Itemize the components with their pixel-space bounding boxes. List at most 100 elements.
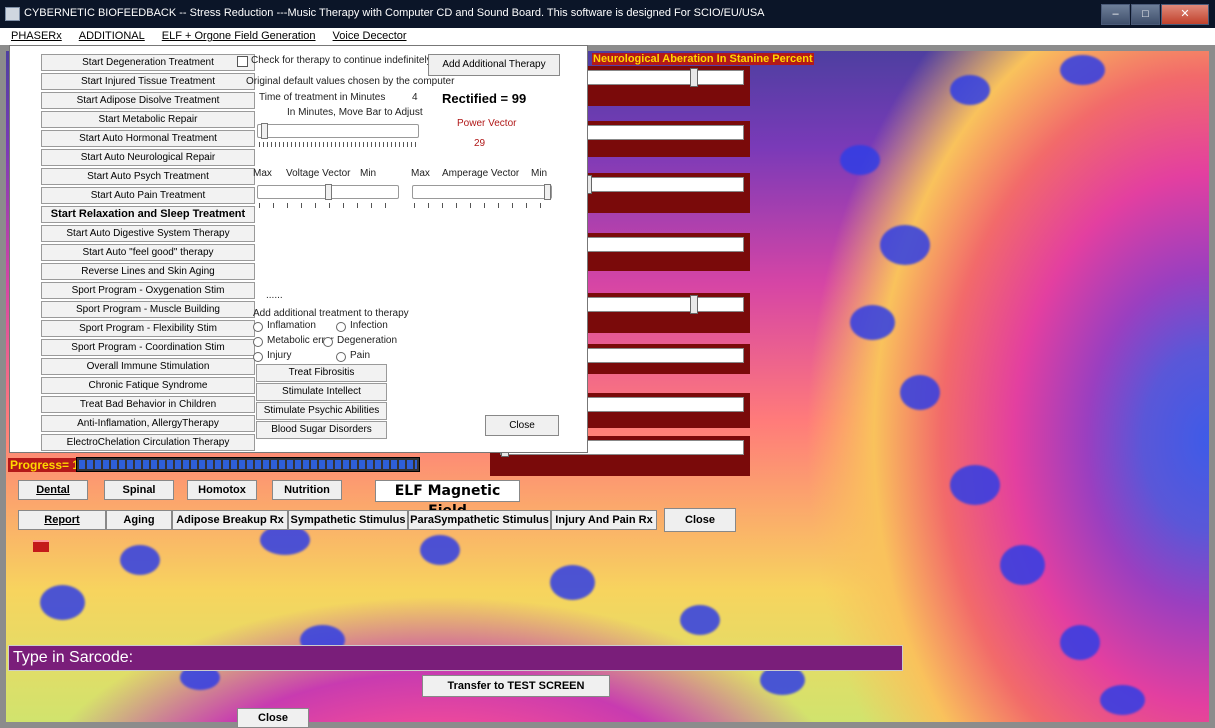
sympathetic-stimulus-button[interactable]: Sympathetic Stimulus — [288, 510, 408, 530]
treatment-button[interactable]: Start Auto Digestive System Therapy — [41, 225, 255, 242]
amperage-min-label: Min — [531, 168, 548, 179]
treatment-button[interactable]: Reverse Lines and Skin Aging — [41, 263, 255, 280]
radio-inflamation[interactable] — [253, 322, 263, 332]
amperage-ticks — [414, 203, 550, 208]
menu-additional[interactable]: ADDITIONAL — [68, 28, 151, 45]
sarcode-input[interactable]: Type in Sarcode: — [8, 645, 903, 671]
radio-injury-label: Injury — [267, 350, 292, 361]
close-button-row[interactable]: Close — [664, 508, 736, 532]
radio-degeneration[interactable] — [323, 337, 333, 347]
aging-button[interactable]: Aging — [106, 510, 172, 530]
treatment-button[interactable]: Start Auto "feel good" therapy — [41, 244, 255, 261]
report-label: Report — [44, 514, 80, 526]
treatment-button[interactable]: Start Injured Tissue Treatment — [41, 73, 255, 90]
adipose-breakup-button[interactable]: Adipose Breakup Rx — [172, 510, 288, 530]
menu-elf-orgone[interactable]: ELF + Orgone Field Generation — [151, 28, 322, 45]
spinal-button[interactable]: Spinal — [104, 480, 174, 500]
original-default-label: Original default values chosen by the co… — [246, 76, 455, 87]
radio-degeneration-label: Degeneration — [337, 335, 398, 346]
injury-pain-button[interactable]: Injury And Pain Rx — [551, 510, 657, 530]
close-window-icon[interactable]: ✕ — [1161, 4, 1209, 25]
voltage-slider[interactable] — [257, 184, 399, 200]
treatment-button[interactable]: Start Auto Hormonal Treatment — [41, 130, 255, 147]
radio-infection[interactable] — [336, 322, 346, 332]
close-bottom-button[interactable]: Close — [237, 708, 309, 728]
amperage-max-label: Max — [411, 168, 430, 179]
menu-bar: PHASERx ADDITIONAL ELF + Orgone Field Ge… — [0, 28, 1215, 45]
continue-indefinitely-label: Check for therapy to continue indefinite… — [251, 55, 432, 66]
treatment-button[interactable]: Start Adipose Disolve Treatment — [41, 92, 255, 109]
menu-voice-decector[interactable]: Voice Decector — [322, 28, 413, 45]
dental-label: Dental — [36, 484, 70, 496]
elf-magnetic-field-button[interactable]: ELF Magnetic Field — [375, 480, 520, 519]
blood-sugar-button[interactable]: Blood Sugar Disorders — [256, 421, 387, 439]
treatment-button[interactable]: Start Relaxation and Sleep Treatment — [41, 206, 255, 223]
voltage-slider-thumb[interactable] — [325, 184, 332, 200]
treatment-button[interactable]: ElectroChelation Circulation Therapy — [41, 434, 255, 451]
add-additional-therapy-button[interactable]: Add Additional Therapy — [428, 54, 560, 76]
stimulate-psychic-button[interactable]: Stimulate Psychic Abilities — [256, 402, 387, 420]
parasympathetic-stimulus-button[interactable]: ParaSympathetic Stimulus — [408, 510, 551, 530]
amperage-slider[interactable] — [412, 184, 552, 200]
add-treatment-label: Add additional treatment to therapy — [253, 308, 409, 319]
neuro-aberation-title: Neurological Aberation In Stanine Percen… — [592, 53, 814, 65]
treatment-button[interactable]: Treat Bad Behavior in Children — [41, 396, 255, 413]
progress-fill — [79, 460, 417, 469]
window-controls: – □ ✕ — [1100, 4, 1209, 25]
report-button[interactable]: Report — [18, 510, 106, 530]
time-value: 4 — [412, 92, 418, 103]
voltage-min-label: Min — [360, 168, 377, 179]
time-slider[interactable] — [257, 123, 419, 139]
treatment-button[interactable]: Chronic Fatique Syndrome — [41, 377, 255, 394]
power-vector-label: Power Vector — [457, 118, 517, 129]
rectified-value: Rectified = 99 — [442, 91, 527, 106]
treatment-button[interactable]: Start Auto Pain Treatment — [41, 187, 255, 204]
voltage-max-label: Max — [253, 168, 272, 179]
radio-infection-label: Infection — [350, 320, 388, 331]
transfer-to-test-screen-button[interactable]: Transfer to TEST SCREEN — [422, 675, 610, 697]
app-icon — [5, 7, 20, 21]
treatment-button[interactable]: Sport Program - Oxygenation Stim — [41, 282, 255, 299]
treatment-button[interactable]: Sport Program - Coordination Stim — [41, 339, 255, 356]
treatment-button[interactable]: Overall Immune Stimulation — [41, 358, 255, 375]
aberation-slider-thumb[interactable] — [690, 295, 698, 314]
therapy-dialog: Start Degeneration Treatment Start Injure… — [9, 45, 588, 453]
radio-pain[interactable] — [336, 352, 346, 362]
treatment-button[interactable]: Start Degeneration Treatment — [41, 54, 255, 71]
radio-injury[interactable] — [253, 352, 263, 362]
treatment-button[interactable]: Start Auto Psych Treatment — [41, 168, 255, 185]
continue-indefinitely-checkbox[interactable] — [237, 56, 248, 67]
treatment-button[interactable]: Anti-Inflamation, AllergyTherapy — [41, 415, 255, 432]
time-label: Time of treatment in Minutes — [259, 92, 386, 103]
dots-label: ...... — [266, 290, 283, 301]
time-slider-thumb[interactable] — [261, 123, 268, 139]
maximize-icon[interactable]: □ — [1131, 4, 1160, 25]
voltage-label: Voltage Vector — [286, 168, 351, 179]
amperage-slider-thumb[interactable] — [544, 184, 551, 200]
radio-pain-label: Pain — [350, 350, 371, 361]
treatment-button[interactable]: Start Metabolic Repair — [41, 111, 255, 128]
dialog-close-button[interactable]: Close — [485, 415, 559, 436]
title-bar: CYBERNETIC BIOFEEDBACK -- Stress Reducti… — [0, 0, 1215, 28]
red-indicator-text: ---- — [33, 551, 34, 552]
move-bar-label: In Minutes, Move Bar to Adjust — [287, 107, 423, 118]
menu-phaserx[interactable]: PHASERx — [0, 28, 68, 45]
treat-fibrositis-button[interactable]: Treat Fibrositis — [256, 364, 387, 382]
homotox-button[interactable]: Homotox — [187, 480, 257, 500]
radio-inflamation-label: Inflamation — [267, 320, 316, 331]
time-slider-ticks — [259, 142, 417, 147]
power-vector-value: 29 — [474, 138, 486, 149]
treatment-button[interactable]: Sport Program - Flexibility Stim — [41, 320, 255, 337]
treatment-button[interactable]: Start Auto Neurological Repair — [41, 149, 255, 166]
radio-metabolic-error[interactable] — [253, 337, 263, 347]
nutrition-button[interactable]: Nutrition — [272, 480, 342, 500]
aberation-slider-thumb[interactable] — [690, 68, 698, 87]
stimulate-intellect-button[interactable]: Stimulate Intellect — [256, 383, 387, 401]
red-indicator: ---- — [33, 540, 49, 552]
dental-button[interactable]: Dental — [18, 480, 88, 500]
treatment-button[interactable]: Sport Program - Muscle Building — [41, 301, 255, 318]
amperage-label: Amperage Vector — [442, 168, 520, 179]
window-title: CYBERNETIC BIOFEEDBACK -- Stress Reducti… — [24, 7, 765, 19]
minimize-icon[interactable]: – — [1101, 4, 1130, 25]
voltage-ticks — [259, 203, 397, 208]
